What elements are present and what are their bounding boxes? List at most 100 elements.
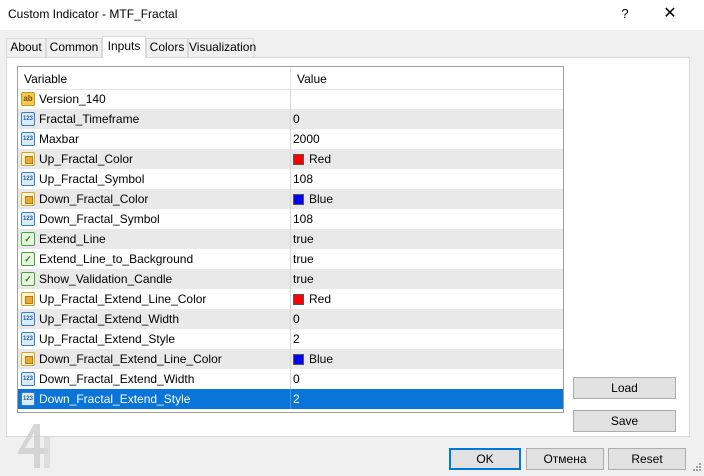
bool-icon: ✓ xyxy=(21,252,35,266)
variable-value-text: 0 xyxy=(293,112,300,126)
table-row[interactable]: 123 Down_Fractal_Extend_Width 0 xyxy=(18,369,563,389)
cell-divider xyxy=(290,129,291,149)
variable-value[interactable]: 2000 xyxy=(293,132,320,146)
column-divider[interactable] xyxy=(290,67,291,89)
color-icon xyxy=(21,152,35,166)
cell-divider xyxy=(290,89,291,109)
variable-name: Down_Fractal_Extend_Width xyxy=(39,372,195,386)
tab-about[interactable]: About xyxy=(6,38,46,57)
variable-value[interactable]: Blue xyxy=(293,192,333,206)
variable-value[interactable]: 108 xyxy=(293,212,313,226)
tab-common[interactable]: Common xyxy=(46,38,102,57)
save-button[interactable]: Save xyxy=(573,410,676,432)
color-icon xyxy=(21,292,35,306)
variable-name: Down_Fractal_Extend_Line_Color xyxy=(39,352,222,366)
table-row[interactable]: ✓ Show_Validation_Candle true xyxy=(18,269,563,289)
table-row[interactable]: ✓ Extend_Line true xyxy=(18,229,563,249)
color-icon xyxy=(21,192,35,206)
color-swatch xyxy=(293,294,304,305)
table-row[interactable]: 123 Fractal_Timeframe 0 xyxy=(18,109,563,129)
variable-name: Down_Fractal_Color xyxy=(39,192,149,206)
variable-value[interactable]: Red xyxy=(293,292,331,306)
number-icon: 123 xyxy=(21,312,35,326)
column-header-variable[interactable]: Variable xyxy=(24,72,67,86)
string-icon: ab xyxy=(21,92,35,106)
resize-grip-icon[interactable] xyxy=(690,462,702,474)
variable-value[interactable]: 0 xyxy=(293,312,300,326)
cell-divider xyxy=(290,109,291,129)
number-icon: 123 xyxy=(21,132,35,146)
grid-header: Variable Value xyxy=(18,67,563,90)
cell-divider xyxy=(290,269,291,289)
variable-value[interactable]: true xyxy=(293,272,314,286)
cell-divider xyxy=(290,249,291,269)
tab-visualization[interactable]: Visualization xyxy=(188,38,256,57)
table-row[interactable]: Up_Fractal_Extend_Line_Color Red xyxy=(18,289,563,309)
variable-value-text: Red xyxy=(309,152,332,166)
variable-value[interactable]: 2 xyxy=(293,332,300,346)
cell-divider xyxy=(290,169,291,189)
color-swatch xyxy=(293,194,304,205)
ok-button[interactable]: OK xyxy=(449,448,521,470)
title-bar: Custom Indicator - MTF_Fractal ? ✕ xyxy=(0,0,704,30)
number-icon: 123 xyxy=(21,212,35,226)
color-icon xyxy=(21,352,35,366)
table-row[interactable]: 123 Down_Fractal_Symbol 108 xyxy=(18,209,563,229)
variable-value-text: Blue xyxy=(309,192,334,206)
cell-divider xyxy=(290,309,291,329)
variable-value-text: 108 xyxy=(293,172,314,186)
table-row[interactable]: 123 Maxbar 2000 xyxy=(18,129,563,149)
close-button[interactable]: ✕ xyxy=(658,4,682,26)
table-row[interactable]: 123 Up_Fractal_Extend_Style 2 xyxy=(18,329,563,349)
table-row[interactable]: Up_Fractal_Color Red xyxy=(18,149,563,169)
table-row[interactable]: 123 Down_Fractal_Extend_Style 2 xyxy=(18,389,563,409)
variable-name: Fractal_Timeframe xyxy=(39,112,140,126)
number-icon: 123 xyxy=(21,112,35,126)
variable-name: Up_Fractal_Extend_Width xyxy=(39,312,180,326)
tab-colors[interactable]: Colors xyxy=(146,38,188,57)
variable-value[interactable]: true xyxy=(293,252,314,266)
cell-divider xyxy=(290,349,291,369)
inputs-grid: Variable Value ab Version_140 123 Fractal_T… xyxy=(17,66,564,413)
window-title: Custom Indicator - MTF_Fractal xyxy=(8,7,178,21)
table-row[interactable]: Down_Fractal_Color Blue xyxy=(18,189,563,209)
cell-divider xyxy=(290,149,291,169)
cancel-button[interactable]: Отмена xyxy=(526,448,604,470)
variable-value-text: 0 xyxy=(293,312,300,326)
cell-divider xyxy=(290,209,291,229)
variable-name: Down_Fractal_Extend_Style xyxy=(39,392,191,406)
table-row[interactable]: ✓ Extend_Line_to_Background true xyxy=(18,249,563,269)
variable-value[interactable]: Red xyxy=(293,152,331,166)
column-header-value[interactable]: Value xyxy=(297,72,327,86)
variable-value-text: 108 xyxy=(293,212,314,226)
watermark-logo xyxy=(18,424,50,468)
cell-divider xyxy=(290,369,291,389)
table-row[interactable]: Down_Fractal_Extend_Line_Color Blue xyxy=(18,349,563,369)
help-button[interactable]: ? xyxy=(614,5,636,25)
number-icon: 123 xyxy=(21,372,35,386)
cell-divider xyxy=(290,329,291,349)
table-row[interactable]: 123 Up_Fractal_Symbol 108 xyxy=(18,169,563,189)
variable-name: Down_Fractal_Symbol xyxy=(39,212,160,226)
variable-value-text: true xyxy=(293,272,314,286)
variable-value-text: 2 xyxy=(293,392,300,406)
variable-value[interactable]: Blue xyxy=(293,352,333,366)
color-swatch xyxy=(293,154,304,165)
variable-value[interactable]: 108 xyxy=(293,172,313,186)
tab-inputs[interactable]: Inputs xyxy=(102,36,146,58)
load-button[interactable]: Load xyxy=(573,377,676,399)
table-row[interactable]: ab Version_140 xyxy=(18,89,563,109)
number-icon: 123 xyxy=(21,332,35,346)
variable-value-text: Red xyxy=(309,292,332,306)
variable-value[interactable]: 0 xyxy=(293,372,300,386)
variable-value-text: 2 xyxy=(293,332,300,346)
number-icon: 123 xyxy=(21,392,35,406)
variable-name: Extend_Line xyxy=(39,232,106,246)
reset-button[interactable]: Reset xyxy=(608,448,686,470)
cell-divider xyxy=(290,189,291,209)
variable-value[interactable]: 0 xyxy=(293,112,300,126)
table-row[interactable]: 123 Up_Fractal_Extend_Width 0 xyxy=(18,309,563,329)
variable-value[interactable]: true xyxy=(293,232,314,246)
variable-value[interactable]: 2 xyxy=(293,392,300,406)
cell-divider xyxy=(290,389,291,409)
